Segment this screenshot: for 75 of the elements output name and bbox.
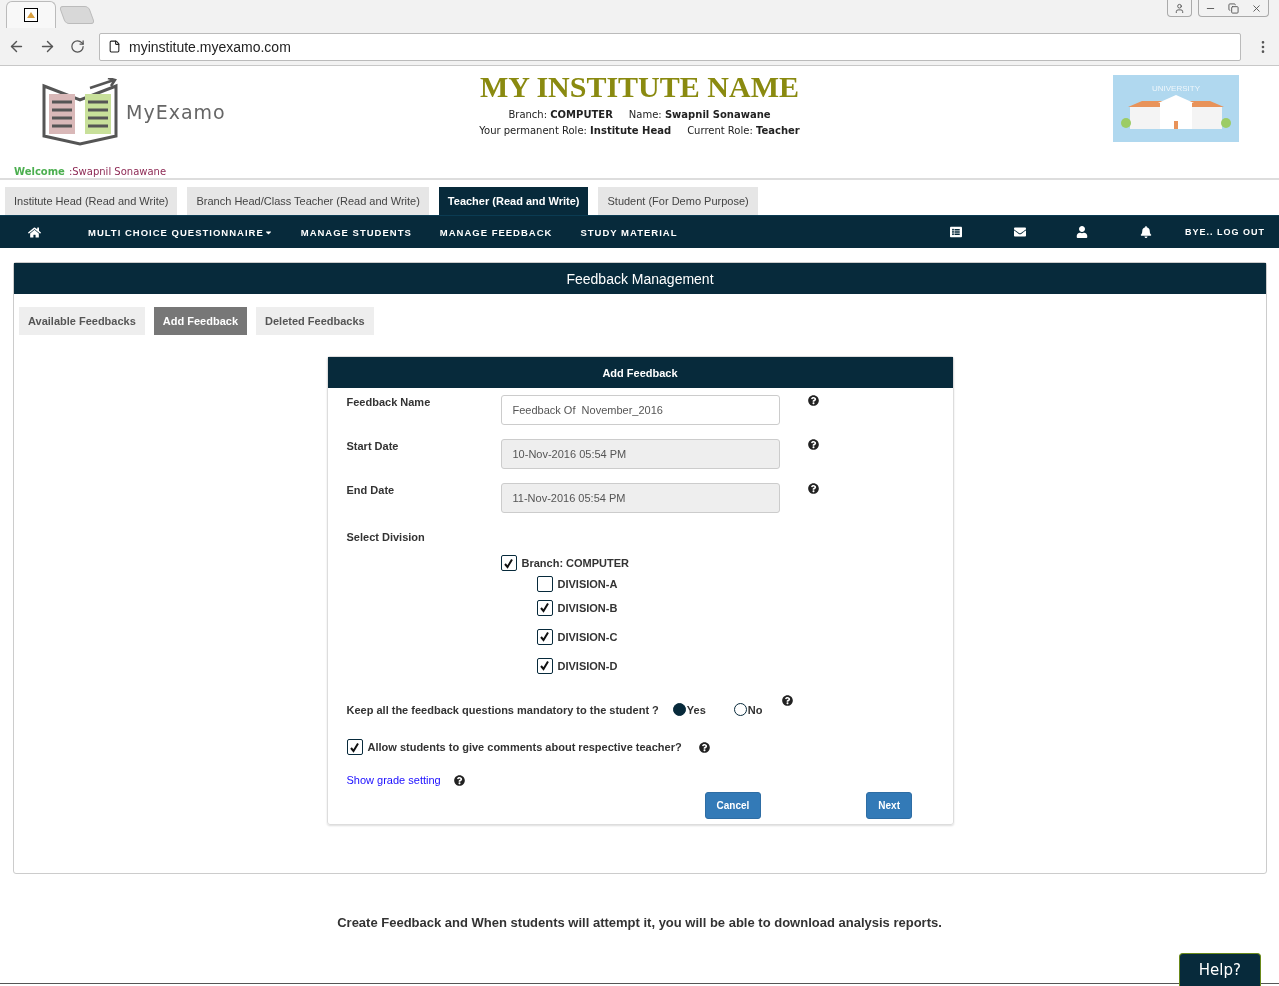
help-button[interactable]: Help?: [1178, 953, 1261, 986]
checkbox-label: DIVISION-A: [557, 578, 618, 590]
list-icon[interactable]: [950, 226, 962, 238]
field-label: End Date: [346, 483, 396, 498]
checkbox[interactable]: [536, 599, 553, 616]
field-label: Start Date: [346, 439, 400, 454]
window-controls[interactable]: [1198, 0, 1269, 17]
profile-button[interactable]: [1167, 0, 1192, 17]
home-icon[interactable]: [28, 225, 41, 239]
radio-button[interactable]: [672, 703, 686, 716]
help-icon[interactable]: [807, 483, 819, 494]
checkbox[interactable]: [536, 628, 553, 645]
restore-icon: [1228, 2, 1239, 14]
info-text: Branch: COMPUTER: [508, 109, 613, 120]
close-icon: [1251, 2, 1262, 14]
card-title: Add Feedback: [327, 357, 953, 388]
user-icon[interactable]: [1076, 226, 1088, 238]
checkbox[interactable]: [536, 657, 553, 674]
checkbox-label: DIVISION-C: [557, 630, 618, 643]
role-tab[interactable]: Branch Head/Class Teacher (Read and Write): [187, 187, 429, 215]
help-icon[interactable]: [698, 741, 710, 753]
page-icon: [108, 40, 121, 53]
question-text: Keep all the feedback questions mandatory to the student ?: [346, 703, 659, 716]
checkbox[interactable]: [346, 739, 363, 755]
checkbox-label: DIVISION-D: [557, 659, 618, 672]
mail-icon[interactable]: [1014, 226, 1026, 238]
banner-label: UNIVERSITY: [1152, 84, 1200, 93]
help-icon[interactable]: [453, 774, 465, 786]
checkbox[interactable]: [500, 555, 517, 571]
back-icon[interactable]: [8, 38, 25, 55]
address-bar[interactable]: myinstitute.myexamo.com: [99, 32, 1241, 61]
nav-link[interactable]: MULTI CHOICE QUESTIONNAIRE: [88, 226, 273, 238]
nav-link[interactable]: STUDY MATERIAL: [580, 226, 678, 238]
browser-tab[interactable]: [6, 1, 56, 28]
welcome-name: :Swapnil Sonawane: [68, 166, 167, 177]
checkbox-label: Branch: COMPUTER: [521, 557, 630, 569]
form-button[interactable]: Cancel: [704, 792, 762, 819]
panel-title: Feedback Management: [14, 263, 1266, 294]
help-icon[interactable]: [782, 695, 794, 706]
favicon-icon: [24, 8, 38, 22]
forward-icon[interactable]: [39, 38, 56, 55]
help-icon[interactable]: [807, 395, 819, 406]
info-text: Current Role: Teacher: [687, 125, 800, 136]
radio-label: Yes: [686, 703, 706, 716]
logo-text: MyExamo: [126, 101, 226, 123]
nav-link[interactable]: MANAGE FEEDBACK: [439, 226, 553, 238]
feedback-tab[interactable]: Add Feedback: [153, 307, 247, 335]
radio-label: No: [747, 703, 763, 716]
help-icon[interactable]: [807, 439, 819, 450]
role-tab[interactable]: Institute Head (Read and Write): [5, 187, 178, 215]
radio-button[interactable]: [733, 703, 747, 716]
checkbox[interactable]: [536, 576, 553, 592]
grade-setting-link[interactable]: Show grade setting: [346, 774, 441, 786]
input-field[interactable]: 11-Nov-2016 05:54 PM: [500, 483, 780, 513]
welcome-label: Welcome: [14, 166, 65, 177]
field-label: Feedback Name: [346, 395, 432, 410]
institute-name: MY INSTITUTE NAME: [480, 70, 799, 104]
bell-icon[interactable]: [1140, 226, 1152, 238]
form-button[interactable]: Next: [866, 792, 912, 819]
field-label: Select Division: [346, 530, 425, 543]
checkbox-label: DIVISION-B: [557, 601, 618, 614]
reload-icon[interactable]: [70, 39, 85, 54]
footer-note: Create Feedback and When students will attempt it, you will be able to download analysis reports.: [336, 915, 943, 930]
nav-link[interactable]: MANAGE STUDENTS: [300, 226, 412, 238]
user-icon: [1174, 2, 1185, 14]
checkbox-label: Allow students to give comments about respective teacher?: [367, 741, 682, 753]
input-field[interactable]: 10-Nov-2016 05:54 PM: [500, 439, 780, 469]
feedback-tab[interactable]: Available Feedbacks: [19, 307, 145, 335]
feedback-tab[interactable]: Deleted Feedbacks: [256, 307, 374, 335]
role-tab[interactable]: Teacher (Read and Write): [438, 187, 589, 215]
logout-link[interactable]: BYE.. LOG OUT: [1185, 227, 1265, 237]
role-tab[interactable]: Student (For Demo Purpose): [598, 187, 758, 215]
input-field[interactable]: Feedback Of November_2016: [500, 395, 780, 425]
info-text: Your permanent Role: Institute Head: [479, 125, 672, 136]
info-text: Name: Swapnil Sonawane: [628, 109, 771, 120]
